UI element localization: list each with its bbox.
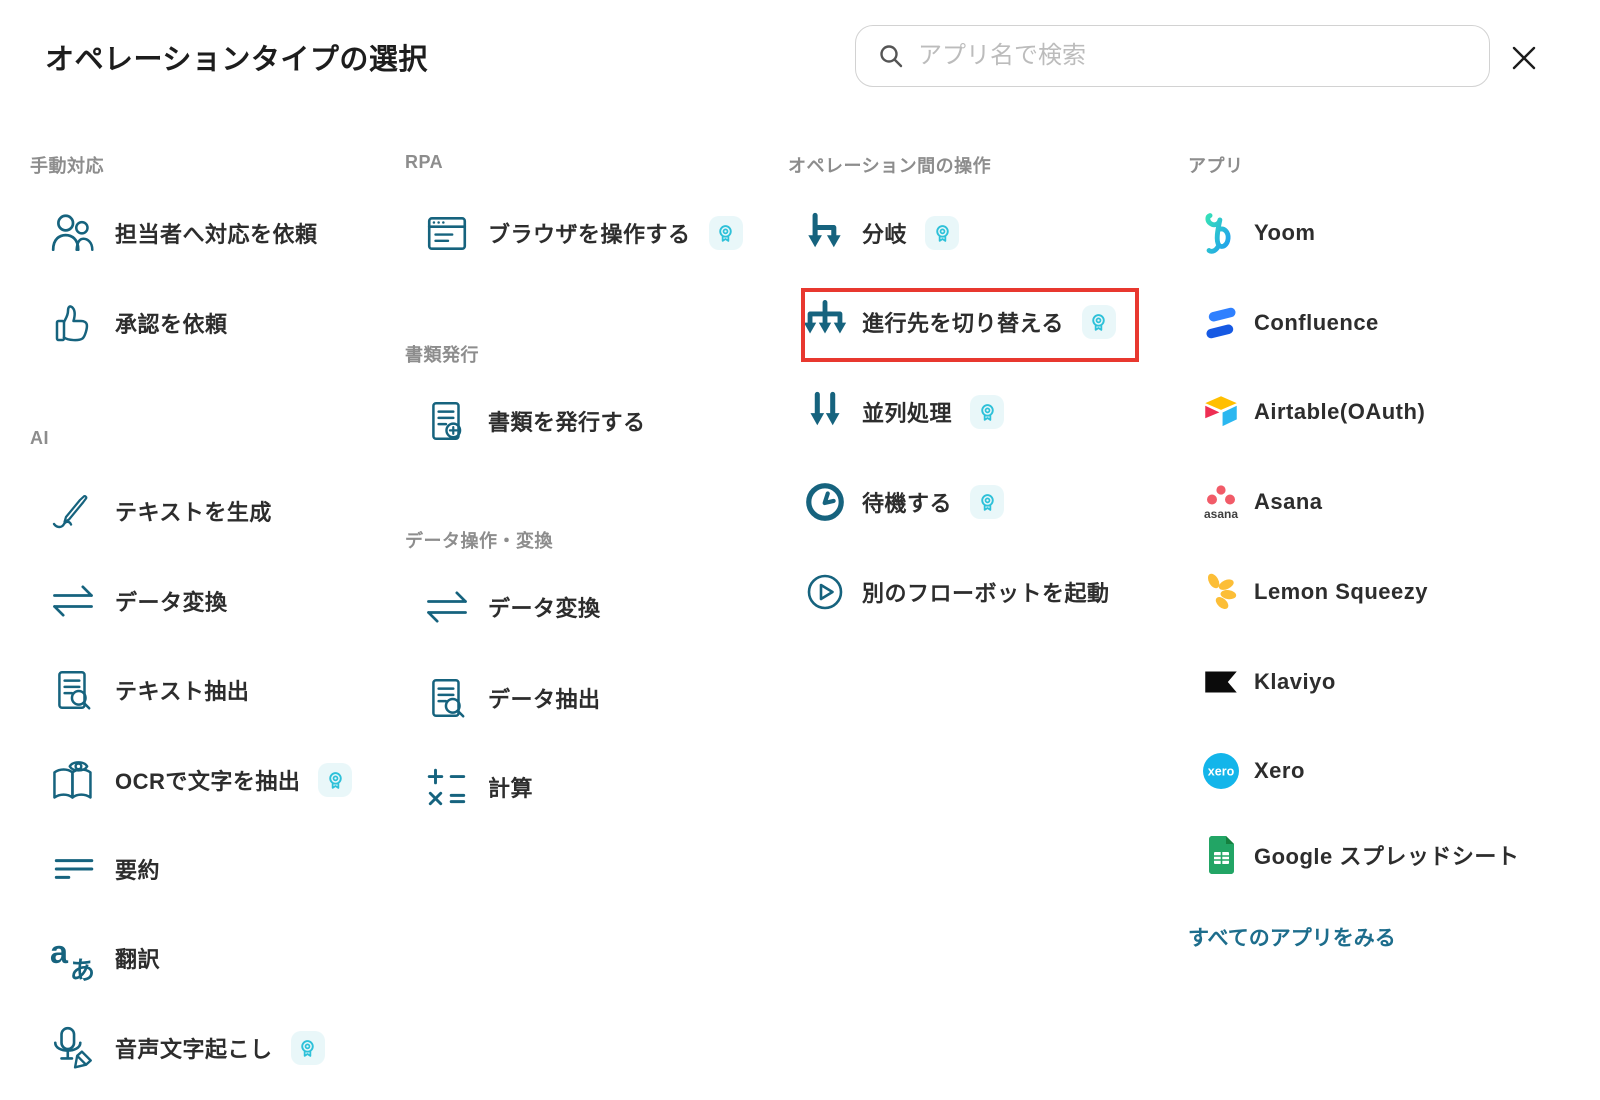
operation-wait[interactable]: 待機する	[788, 457, 1168, 547]
app-yoom[interactable]: Yoom	[1188, 188, 1588, 278]
airtable-logo-icon	[1188, 391, 1254, 433]
operation-transcribe[interactable]: 音声文字起こし	[30, 1003, 400, 1093]
app-asana[interactable]: asana Asana	[1188, 457, 1588, 547]
certified-badge	[970, 395, 1005, 429]
switch-branches-icon	[788, 299, 862, 345]
app-xero[interactable]: xero Xero	[1188, 726, 1588, 816]
operation-summarize[interactable]: 要約	[30, 824, 400, 914]
certified-badge	[970, 485, 1005, 519]
section-flow-control: オペレーション間の操作	[788, 156, 992, 176]
close-button[interactable]	[1504, 38, 1544, 78]
operation-branch[interactable]: 分岐	[788, 188, 1168, 278]
operation-extract-data[interactable]: データ抽出	[405, 653, 775, 743]
xero-logo-icon: xero	[1188, 749, 1254, 793]
svg-text:a: a	[50, 934, 69, 970]
operation-generate-text[interactable]: テキストを生成	[30, 466, 400, 556]
operation-ocr[interactable]: OCRで文字を抽出	[30, 735, 400, 825]
operation-extract-text[interactable]: テキスト抽出	[30, 645, 400, 735]
xero-wordmark: xero	[1208, 765, 1235, 779]
section-documents: 書類発行	[405, 345, 479, 365]
users-icon	[30, 209, 115, 257]
app-confluence[interactable]: Confluence	[1188, 278, 1588, 368]
calculator-icon	[405, 764, 488, 810]
close-icon	[1512, 46, 1536, 70]
translate-icon: a あ	[30, 934, 115, 982]
certified-badge	[925, 216, 960, 250]
swap-arrows-icon	[30, 577, 115, 625]
summary-lines-icon	[30, 846, 115, 892]
svg-text:あ: あ	[69, 957, 94, 982]
operation-request-staff[interactable]: 担当者へ対応を依頼	[30, 188, 400, 278]
microphone-pencil-icon	[30, 1024, 115, 1072]
section-apps: アプリ	[1188, 156, 1244, 176]
operation-calculate[interactable]: 計算	[405, 742, 775, 832]
swap-arrows-icon	[405, 583, 488, 631]
operation-ai-convert-data[interactable]: データ変換	[30, 556, 400, 646]
certified-badge	[318, 763, 353, 797]
operation-launch-flowbot[interactable]: 別のフローボットを起動	[788, 547, 1168, 637]
document-search-icon	[30, 667, 115, 713]
operation-translate[interactable]: a あ 翻訳	[30, 913, 400, 1003]
search-input[interactable]	[916, 25, 1489, 87]
asana-logo-icon: asana	[1188, 480, 1254, 524]
app-airtable[interactable]: Airtable(OAuth)	[1188, 367, 1588, 457]
app-klaviyo[interactable]: Klaviyo	[1188, 637, 1588, 727]
app-search-box[interactable]	[855, 25, 1490, 87]
clock-icon	[788, 480, 862, 524]
confluence-logo-icon	[1188, 302, 1254, 344]
section-manual: 手動対応	[30, 156, 104, 176]
operation-issue-document[interactable]: 書類を発行する	[405, 376, 775, 466]
browser-icon	[405, 210, 488, 256]
thumbs-up-icon	[30, 300, 115, 346]
document-search-icon	[405, 675, 488, 721]
operation-type-modal: オペレーションタイプの選択 手動対応 担当者へ対応を依頼	[0, 0, 1600, 1100]
branch-icon	[788, 211, 862, 255]
page-title: オペレーションタイプの選択	[45, 44, 428, 76]
section-data-ops: データ操作・変換	[405, 531, 553, 551]
section-ai: AI	[30, 428, 49, 448]
book-eye-icon	[30, 756, 115, 804]
app-google-sheets[interactable]: Google スプレッドシート	[1188, 810, 1588, 900]
asana-wordmark: asana	[1204, 507, 1238, 521]
certified-badge	[290, 1031, 325, 1065]
operation-parallel[interactable]: 並列処理	[788, 367, 1168, 457]
certified-badge	[1081, 305, 1116, 339]
document-plus-icon	[405, 398, 488, 444]
search-icon	[880, 45, 903, 68]
operation-operate-browser[interactable]: ブラウザを操作する	[405, 188, 775, 278]
certified-badge	[708, 216, 743, 250]
google-sheets-logo-icon	[1188, 833, 1254, 877]
operation-request-approval[interactable]: 承認を依頼	[30, 278, 400, 368]
yoom-logo-icon	[1188, 209, 1254, 257]
section-rpa: RPA	[405, 152, 444, 172]
view-all-apps-link[interactable]: すべてのアプリをみる	[1188, 922, 1396, 952]
app-lemon-squeezy[interactable]: Lemon Squeezy	[1188, 547, 1588, 637]
klaviyo-logo-icon	[1188, 661, 1254, 703]
operation-switch-path[interactable]: 進行先を切り替える	[788, 277, 1168, 367]
operation-convert-data[interactable]: データ変換	[405, 562, 775, 652]
parallel-arrows-icon	[788, 390, 862, 434]
pen-icon	[30, 488, 115, 534]
lemon-squeezy-logo-icon	[1188, 571, 1254, 613]
play-circle-icon	[788, 570, 862, 614]
